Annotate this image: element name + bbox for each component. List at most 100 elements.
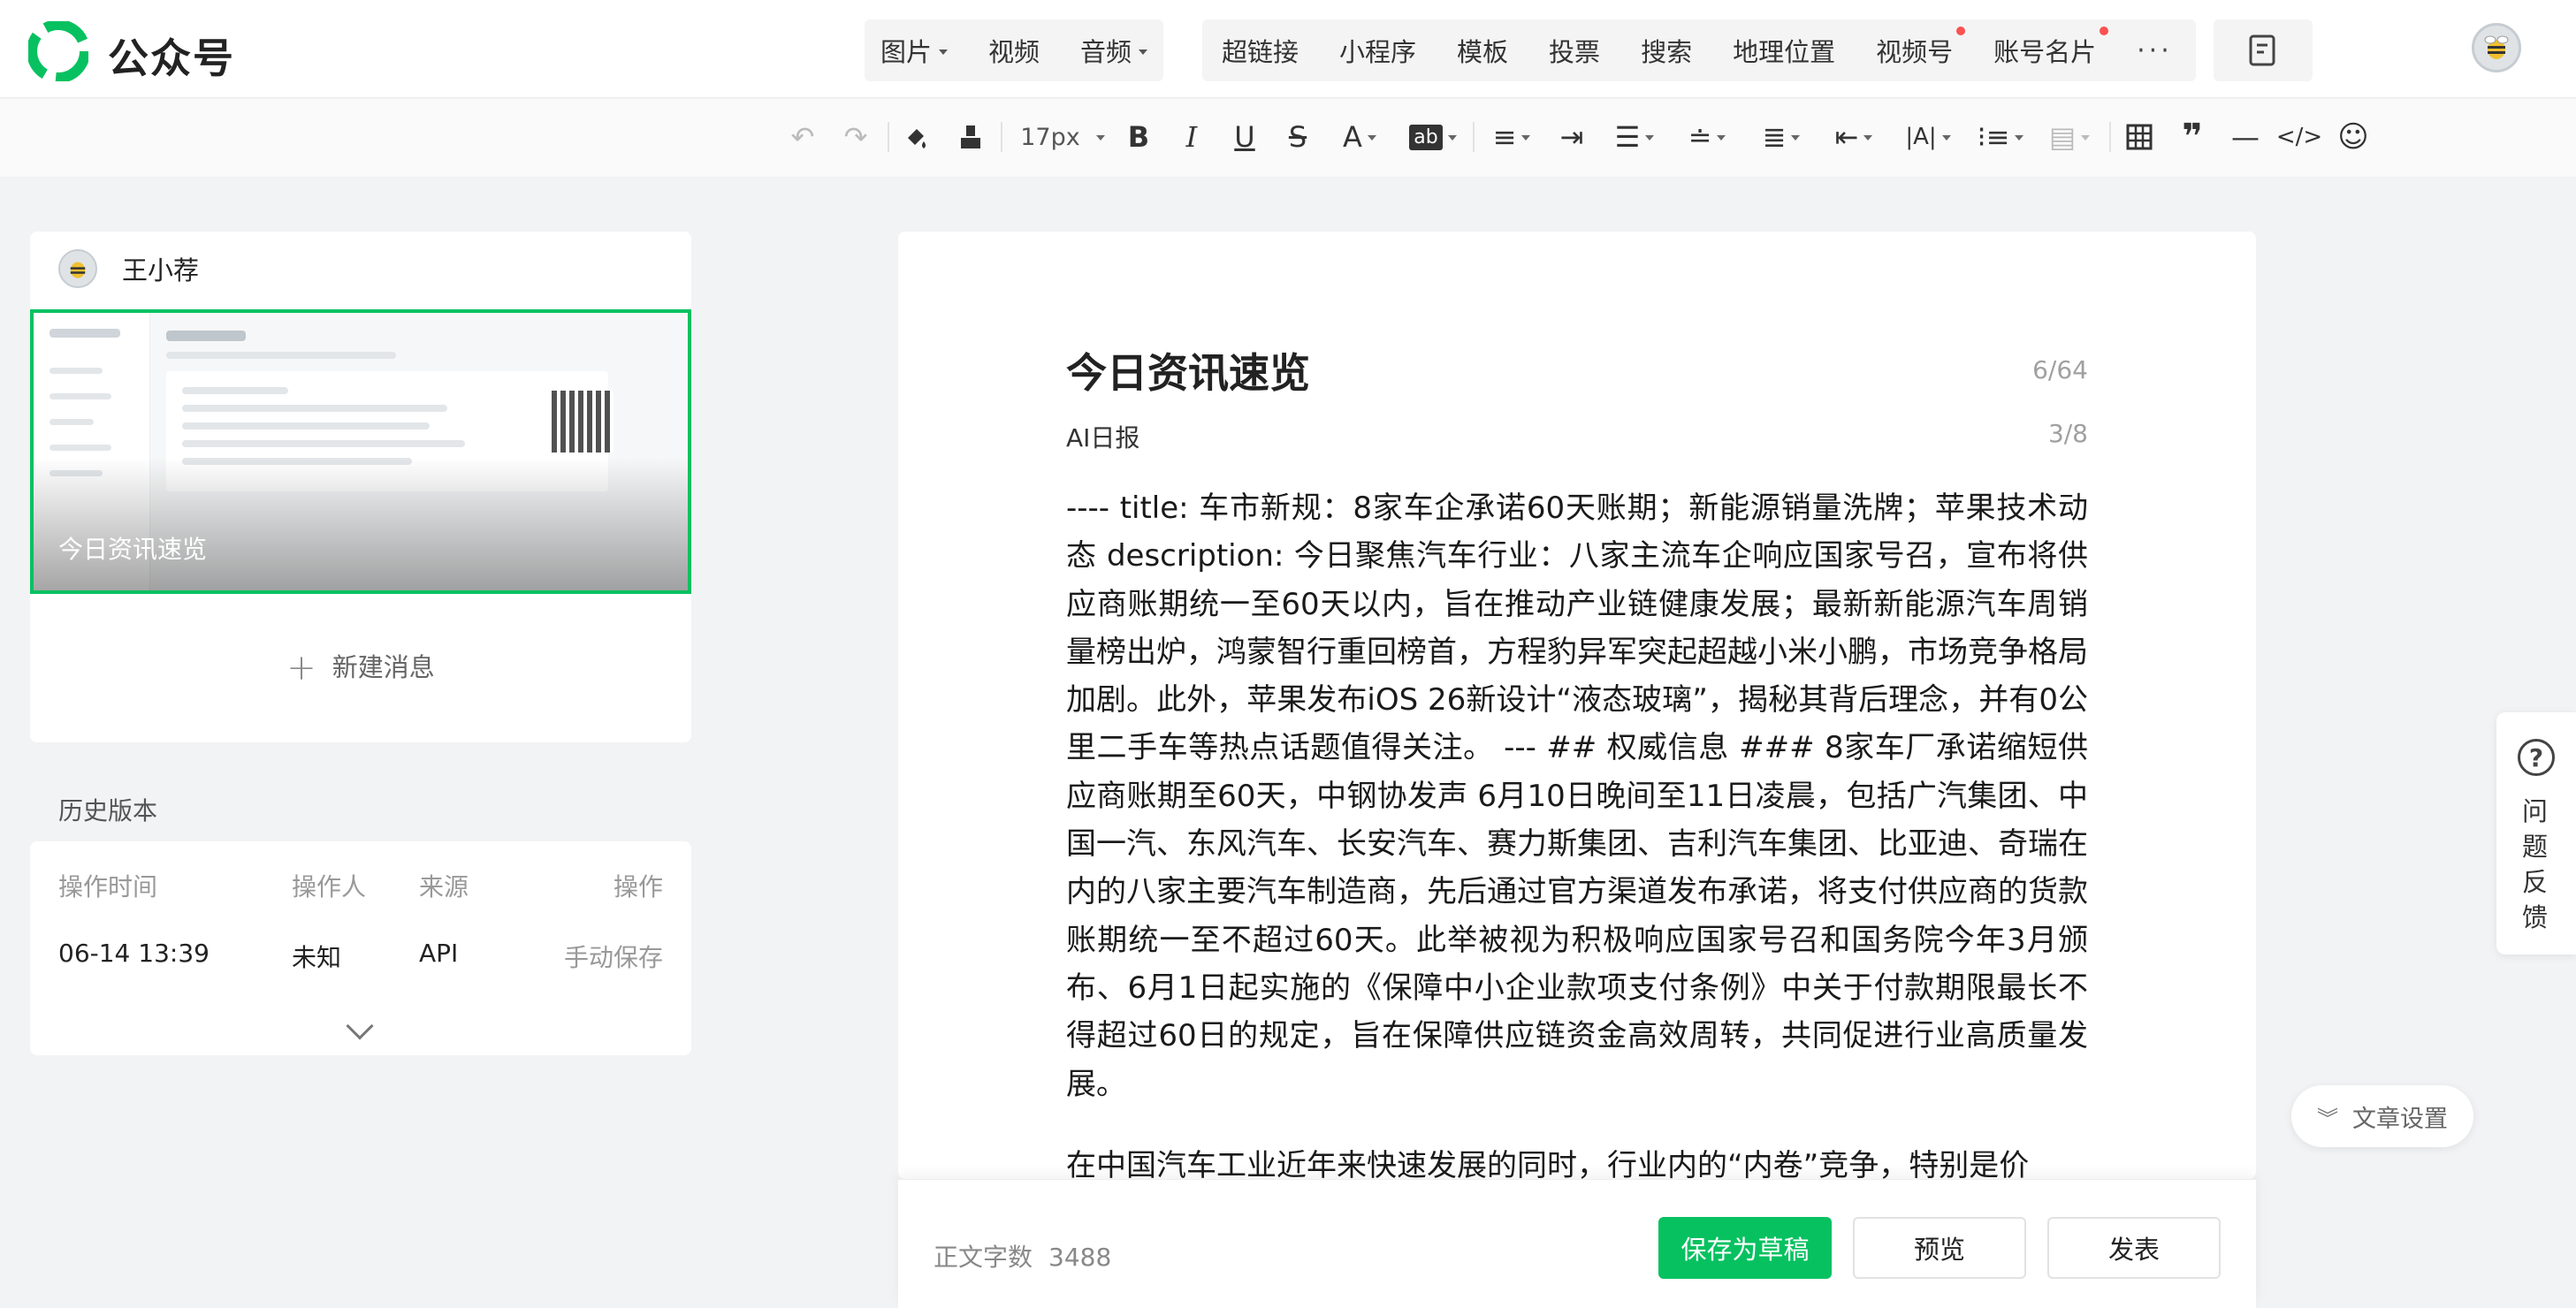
- expand-chevron-down-icon[interactable]: [346, 1012, 374, 1040]
- insert-vote-button[interactable]: 投票: [1549, 32, 1600, 69]
- insert-image-button[interactable]: 图片: [880, 32, 948, 69]
- insert-audio-button[interactable]: 音频: [1080, 32, 1147, 69]
- thumbnail-title: 今日资讯速览: [58, 535, 208, 564]
- new-message-label: 新建消息: [332, 652, 435, 682]
- insert-miniprogram-button[interactable]: 小程序: [1339, 32, 1416, 69]
- strikethrough-icon[interactable]: S: [1280, 118, 1315, 156]
- insert-location-button[interactable]: 地理位置: [1733, 32, 1835, 69]
- insert-account-card-label: 账号名片: [1993, 37, 2097, 67]
- toolbar-divider: [1473, 122, 1475, 152]
- word-count-label: 正文字数: [934, 1243, 1033, 1272]
- help-question-icon: ?: [2518, 739, 2555, 776]
- line-height-icon[interactable]: ≐: [1680, 118, 1734, 156]
- new-message-button[interactable]: + 新建消息: [30, 647, 691, 688]
- insert-search-button[interactable]: 搜索: [1641, 32, 1692, 69]
- caret-down-icon: [1447, 134, 1457, 145]
- format-painter-icon[interactable]: [898, 118, 934, 156]
- paragraph-spacing-icon[interactable]: ≣: [1754, 118, 1809, 156]
- align-icon[interactable]: ≡: [1487, 118, 1536, 156]
- more-insert-button[interactable]: ···: [2137, 35, 2173, 66]
- history-row-time: 06-14 13:39: [58, 939, 210, 968]
- caret-down-icon: [1645, 134, 1655, 145]
- divider-icon[interactable]: —: [2228, 118, 2263, 156]
- font-color-icon[interactable]: A: [1331, 118, 1388, 156]
- redo-icon[interactable]: ↷: [838, 118, 873, 156]
- article-title-input[interactable]: 今日资讯速览: [1066, 341, 1310, 399]
- author-char-count: 3/8: [2047, 419, 2088, 448]
- history-table: 操作时间 操作人 来源 操作 06-14 13:39 未知 API 手动保存: [30, 841, 691, 1055]
- history-column-time: 操作时间: [58, 872, 158, 901]
- font-size-value: 17px: [1020, 123, 1080, 151]
- document-outline-button[interactable]: [2214, 19, 2313, 81]
- article-author-input[interactable]: AI日报: [1066, 419, 1139, 454]
- preview-button[interactable]: 预览: [1853, 1217, 2026, 1279]
- list-icon[interactable]: ⁝≡: [1973, 118, 2028, 156]
- word-count-value: 3488: [1048, 1243, 1112, 1272]
- italic-icon[interactable]: I: [1174, 118, 1209, 156]
- account-name: 王小荐: [122, 255, 200, 285]
- thumbnail-overlay: [34, 458, 688, 590]
- content-insert-group: 超链接 小程序 模板 投票 搜索 地理位置 视频号 账号名片 ···: [1202, 19, 2196, 81]
- body-paragraph: ---- title: 车市新规：8家车企承诺60天账期；新能源销量洗牌；苹果技…: [1066, 490, 2088, 1102]
- table-icon[interactable]: [2122, 118, 2157, 156]
- publish-button[interactable]: 发表: [2047, 1217, 2221, 1279]
- account-avatar: [58, 249, 97, 288]
- account-header: 王小荐: [58, 249, 199, 288]
- bee-avatar-icon: [70, 262, 86, 278]
- save-draft-button[interactable]: 保存为草稿: [1658, 1217, 1832, 1279]
- history-row-source: API: [419, 939, 459, 968]
- caret-down-icon: [2081, 134, 2091, 145]
- insert-channels-label: 视频号: [1876, 37, 1954, 67]
- insert-hyperlink-button[interactable]: 超链接: [1222, 32, 1299, 69]
- insert-channels-button[interactable]: 视频号: [1876, 27, 1966, 69]
- history-column-action: 操作: [613, 872, 663, 901]
- toolbar-divider: [2109, 122, 2111, 152]
- caret-down-icon: [1863, 134, 1873, 145]
- code-icon[interactable]: </>: [2276, 118, 2322, 156]
- insert-template-button[interactable]: 模板: [1457, 32, 1508, 69]
- background-color-icon[interactable]: ab: [1406, 118, 1460, 156]
- wechat-official-account-logo-icon: [28, 21, 88, 81]
- top-bar: 公众号 图片 视频 音频 超链接 小程序 模板 投票 搜索 地理位置 视频号 账…: [0, 0, 2576, 98]
- indent-icon[interactable]: ⇥: [1554, 118, 1589, 156]
- caret-down-icon: [1095, 134, 1105, 145]
- font-size-select[interactable]: 17px: [1018, 118, 1107, 156]
- article-thumbnail-card[interactable]: 今日资讯速览: [30, 309, 691, 594]
- image-align-icon[interactable]: ▤: [2042, 118, 2097, 156]
- caret-down-icon: [1941, 134, 1951, 145]
- history-row-user: 未知: [292, 943, 342, 972]
- underline-icon[interactable]: U: [1227, 118, 1262, 156]
- qr-code-icon: [552, 391, 614, 452]
- body-paragraph: 在中国汽车工业近年来快速发展的同时，行业内的“内卷”竞争，特别是价: [1066, 1147, 2030, 1179]
- bee-avatar-icon: [2484, 35, 2509, 59]
- user-avatar[interactable]: [2472, 23, 2521, 72]
- new-badge-dot: [2100, 27, 2109, 35]
- insert-video-button[interactable]: 视频: [988, 32, 1040, 69]
- feedback-button[interactable]: ? 问题反馈: [2496, 712, 2576, 954]
- article-body-editor[interactable]: ---- title: 车市新规：8家车企承诺60天账期；新能源销量洗牌；苹果技…: [1066, 484, 2088, 1179]
- bold-icon[interactable]: B: [1121, 118, 1156, 156]
- insert-account-card-button[interactable]: 账号名片: [1993, 27, 2109, 69]
- caret-down-icon: [1367, 134, 1376, 145]
- double-chevron-down-icon: ︾: [2317, 1106, 2338, 1131]
- article-settings-button[interactable]: ︾ 文章设置: [2291, 1085, 2473, 1147]
- toolbar-divider: [1001, 122, 1002, 152]
- article-settings-label: 文章设置: [2352, 1105, 2448, 1133]
- margin-icon[interactable]: ☰: [1607, 118, 1662, 156]
- editor-footer: 正文字数 3488 保存为草稿 预览 发表: [898, 1179, 2256, 1308]
- caret-down-icon: [1791, 134, 1801, 145]
- letter-spacing-icon[interactable]: |A|: [1901, 118, 1955, 156]
- text-indent-icon[interactable]: ⇤: [1826, 118, 1881, 156]
- clear-format-icon[interactable]: [953, 118, 988, 156]
- emoji-icon[interactable]: ☺: [2336, 118, 2371, 156]
- history-column-user: 操作人: [292, 872, 367, 901]
- document-outline-icon: [2249, 34, 2275, 66]
- undo-icon[interactable]: ↶: [785, 118, 820, 156]
- toolbar-divider: [888, 122, 889, 152]
- history-row-action: 手动保存: [563, 943, 663, 972]
- article-editor: 今日资讯速览 6/64 AI日报 3/8 ---- title: 车市新规：8家…: [898, 232, 2256, 1179]
- quote-icon[interactable]: ❞: [2175, 117, 2210, 157]
- media-insert-group: 图片 视频 音频: [865, 19, 1164, 81]
- title-char-count: 6/64: [2032, 355, 2088, 384]
- caret-down-icon: [1717, 134, 1726, 145]
